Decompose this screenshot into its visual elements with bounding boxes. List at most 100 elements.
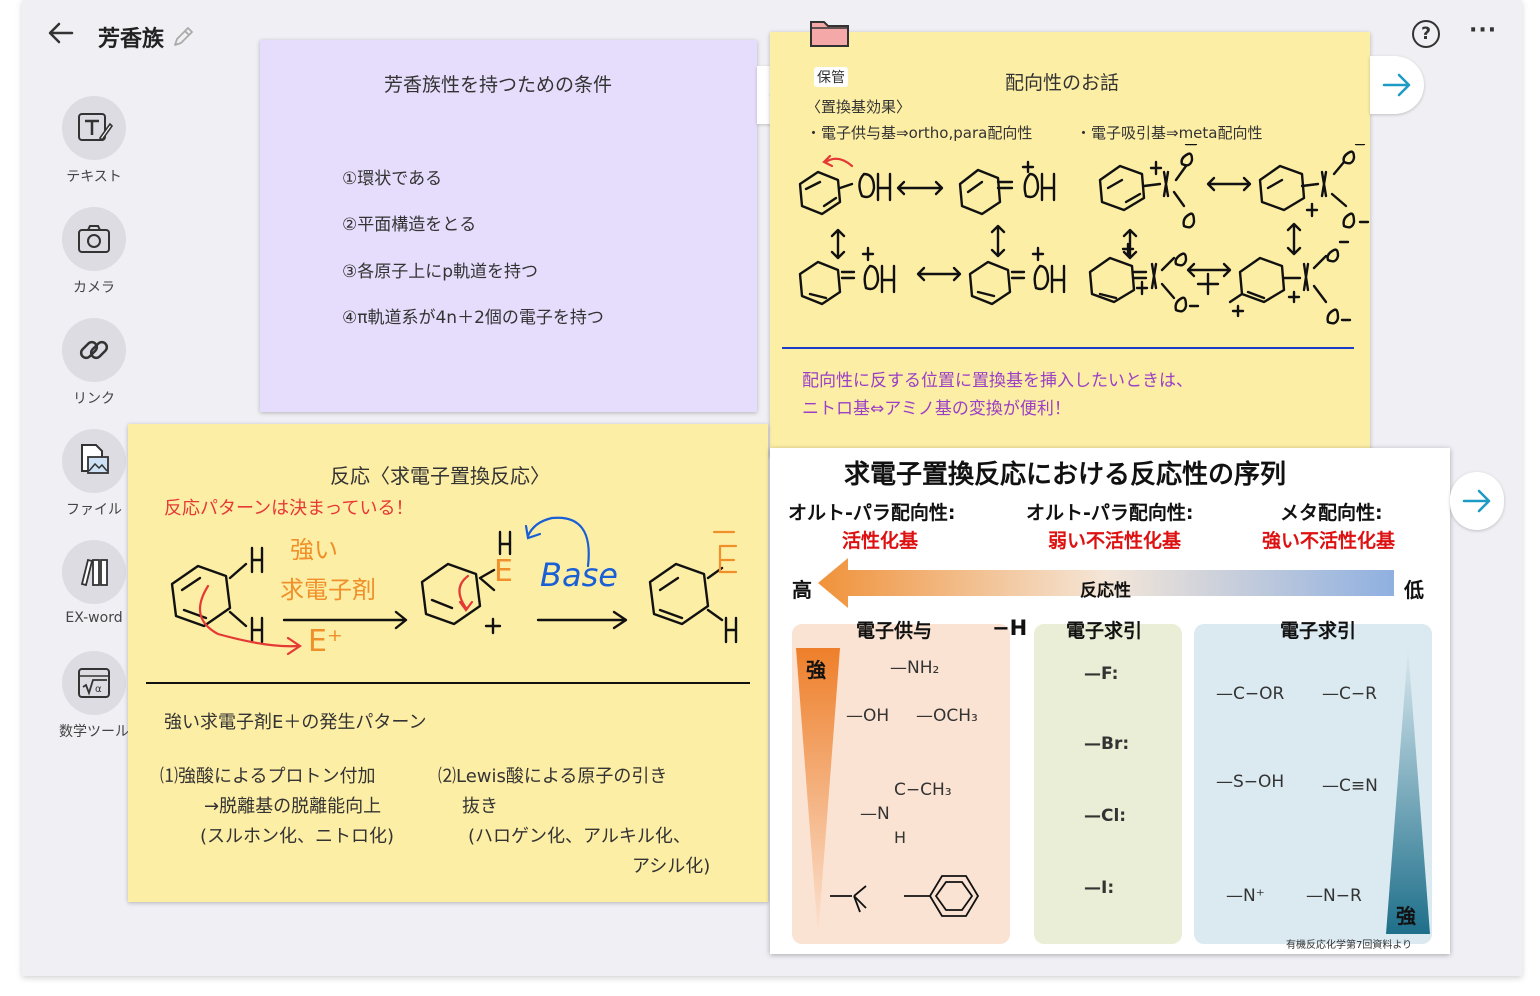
column-sub: 活性化基 xyxy=(842,530,919,552)
column-sub: 強い不活性化基 xyxy=(1262,530,1396,552)
arrow-right-icon xyxy=(1382,73,1411,97)
group-och3: —OCH₃ xyxy=(916,706,978,726)
gen1-line: →脱離基の脱離能向上 xyxy=(204,796,382,817)
low-label: 低 xyxy=(1404,578,1424,602)
note-line: ニトロ基⇔アミノ基の変換が便利！ xyxy=(802,399,1071,419)
help-button[interactable]: ? xyxy=(1412,20,1440,48)
group-i: —I: xyxy=(1084,878,1115,898)
card-aromaticity-conditions[interactable]: 芳香族性を持つための条件 ①環状である ②平面構造をとる ③各原子上にp軌道を持… xyxy=(260,40,757,412)
back-button[interactable] xyxy=(44,16,78,50)
card-reaction[interactable]: 反応〈求電子置換反応〉 反応パターンは決まっている！ 強い 求電子剤 E⁺ E … xyxy=(128,424,768,902)
group-nh2: —NH₂ xyxy=(890,658,940,678)
card-reactivity-image[interactable]: 求電子置換反応における反応性の序列 オルト-パラ配向性: 活性化基 オルト-パラ… xyxy=(770,448,1450,954)
gen2-line: (ハロゲン化、アルキル化、 xyxy=(468,826,691,847)
divider xyxy=(782,347,1354,349)
condition-item: ①環状である xyxy=(342,169,443,189)
column-sub: 弱い不活性化基 xyxy=(1048,530,1182,552)
condition-item: ②平面構造をとる xyxy=(342,215,477,235)
text-tool-icon xyxy=(62,96,126,160)
group-nitrile: —C≡N xyxy=(1322,776,1378,796)
group-amide-h: H xyxy=(894,828,907,847)
image-title: 求電子置換反応における反応性の序列 xyxy=(844,460,1287,490)
toolbar-label: 数学ツール xyxy=(59,724,129,740)
handwritten-base: Base xyxy=(540,556,618,594)
link-arrow-button[interactable] xyxy=(1370,56,1424,114)
h-label: −H xyxy=(992,616,1028,640)
reaction-mechanism-drawing xyxy=(170,516,738,656)
link-arrow-button[interactable] xyxy=(1450,472,1504,530)
withdraw-head: 電子求引 xyxy=(1066,620,1143,642)
reactivity-label: 反応性 xyxy=(1080,581,1131,601)
group-amide-n: —N xyxy=(860,804,890,824)
gen1-line: (スルホン化、ニトロ化) xyxy=(200,826,395,847)
handwritten-eplus: E⁺ xyxy=(308,624,343,659)
back-arrow-icon xyxy=(48,22,74,44)
strong-label: 強 xyxy=(806,658,826,682)
toolbar-camera-button[interactable]: カメラ xyxy=(50,207,138,297)
high-label: 高 xyxy=(792,578,812,602)
donor-head: 電子供与 xyxy=(856,620,933,642)
gen2-line: ⑵Lewis酸による原子の引き xyxy=(438,766,668,787)
column-head: オルト-パラ配向性: xyxy=(788,502,956,524)
group-ketone: —C−R xyxy=(1322,684,1377,704)
group-f: —F: xyxy=(1084,664,1119,684)
toolbar-text-button[interactable]: テキスト xyxy=(50,96,138,186)
app-window: 芳香族 ? ··· テキスト カメラ リンク ファイル EX-word α 数学… xyxy=(22,0,1522,976)
math-sqrt-icon: α xyxy=(62,651,126,715)
arrow-right-icon xyxy=(1462,489,1491,513)
toolbar-label: カメラ xyxy=(73,280,115,296)
gen2-line: 抜き xyxy=(462,796,498,817)
withdraw-head: 電子求引 xyxy=(1280,620,1357,642)
toolbar-label: リンク xyxy=(73,391,115,407)
divider xyxy=(146,682,750,684)
folder-label: 保管 xyxy=(814,67,848,87)
toolbar-link-button[interactable]: リンク xyxy=(50,318,138,408)
group-acetamide: C−CH₃ xyxy=(894,780,952,800)
toolbar-math-button[interactable]: α 数学ツール xyxy=(50,651,138,741)
toolbar-file-button[interactable]: ファイル xyxy=(50,429,138,519)
more-options-button[interactable]: ··· xyxy=(1469,18,1497,43)
pencil-edit-icon[interactable] xyxy=(170,24,196,50)
group-oh: —OH xyxy=(846,706,890,726)
group-ammonium: —N−R xyxy=(1306,886,1362,906)
column-head: オルト-パラ配向性: xyxy=(1026,502,1194,524)
card-title: 配向性のお話 xyxy=(1005,72,1120,94)
group-ester: —C−OR xyxy=(1216,684,1285,704)
group-cl: —Cl: xyxy=(1084,806,1127,826)
svg-text:α: α xyxy=(95,684,102,695)
group-br: —Br: xyxy=(1084,734,1130,754)
alkyl-phenyl-structures xyxy=(830,875,980,917)
note-line: 配向性に反する位置に置換基を挿入したいときは、 xyxy=(802,371,1193,391)
gen1-line: ⑴強酸によるプロトン付加 xyxy=(160,766,376,787)
books-icon xyxy=(62,540,126,604)
handwritten-electrophile: 求電子剤 xyxy=(280,576,376,604)
link-icon xyxy=(62,318,126,382)
file-image-icon xyxy=(62,429,126,493)
handwritten-strong: 強い xyxy=(290,536,338,564)
card-orientation[interactable]: 保管 配向性のお話 〈置換基効果〉 ・電子供与基⇒ortho,para配向性 ・… xyxy=(770,21,1370,457)
condition-item: ④π軌道系が4n＋2個の電子を持つ xyxy=(342,308,604,328)
card-subtitle: 〈置換基効果〉 xyxy=(806,98,912,116)
condition-item: ③各原子上にp軌道を持つ xyxy=(342,262,539,282)
toolbar-label: テキスト xyxy=(66,169,122,185)
footnote: 有機反応化学第7回資料より xyxy=(1286,940,1413,951)
folder-icon[interactable] xyxy=(808,14,852,50)
column-head: メタ配向性: xyxy=(1280,502,1383,524)
card-title: 芳香族性を持つための条件 xyxy=(384,74,613,96)
bullet-acceptor: ・電子吸引基⇒meta配向性 xyxy=(1076,124,1263,142)
handwritten-e: E xyxy=(494,554,513,589)
toolbar-label: EX-word xyxy=(65,610,123,626)
resonance-structures-drawing xyxy=(798,144,1370,325)
bullet-donor: ・電子供与基⇒ortho,para配向性 xyxy=(806,124,1033,142)
title-area[interactable]: 芳香族 xyxy=(98,22,196,52)
meta-strength-triangle xyxy=(1386,648,1430,934)
camera-icon xyxy=(62,207,126,271)
generation-title: 強い求電子剤E＋の発生パターン xyxy=(164,712,427,733)
group-nitro: —N⁺ xyxy=(1226,886,1265,906)
card-title: 反応〈求電子置換反応〉 xyxy=(330,464,550,488)
toolbar-label: ファイル xyxy=(66,502,122,518)
toolbar-exword-button[interactable]: EX-word xyxy=(50,540,138,626)
gen2-line: アシル化) xyxy=(632,856,711,877)
group-sulfonic: —S−OH xyxy=(1216,772,1285,792)
notebook-title: 芳香族 xyxy=(98,27,165,52)
